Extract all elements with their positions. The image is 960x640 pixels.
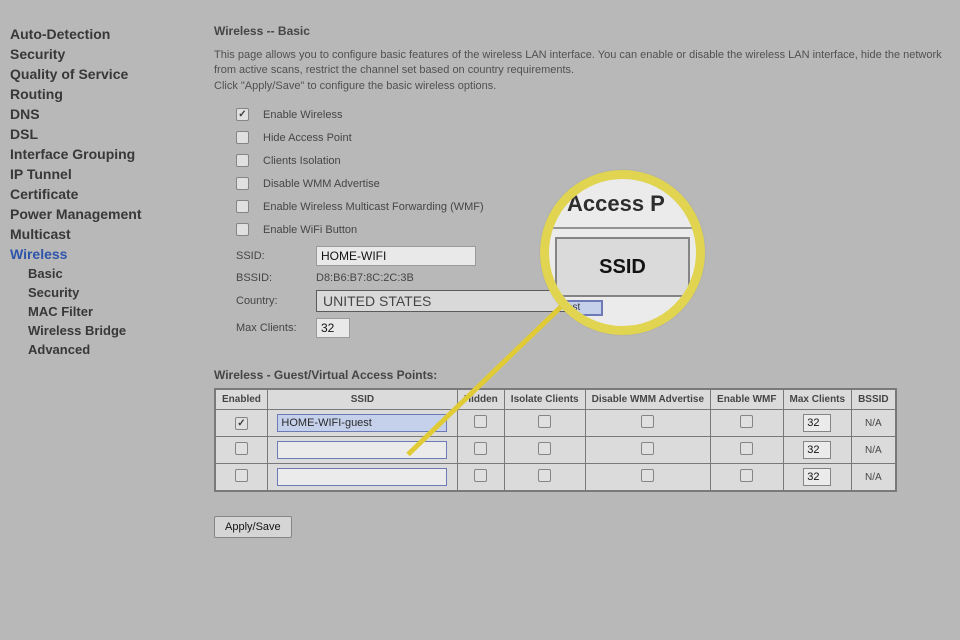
max-clients-input[interactable]	[316, 318, 350, 338]
sidebar-item-routing[interactable]: Routing	[10, 84, 185, 104]
guest-enabled-checkbox[interactable]	[235, 442, 248, 455]
guest-hidden-checkbox[interactable]	[474, 442, 487, 455]
guest-dwmm-checkbox[interactable]	[641, 469, 654, 482]
guest-bssid-value: N/A	[852, 410, 896, 437]
magnified-access-point-text: Access P	[567, 191, 665, 217]
sidebar-item-quality-of-service[interactable]: Quality of Service	[10, 64, 185, 84]
sidebar-item-ip-tunnel[interactable]: IP Tunnel	[10, 164, 185, 184]
guest-col-isolate-clients: Isolate Clients	[504, 389, 585, 410]
sidebar-item-mac-filter[interactable]: MAC Filter	[10, 302, 185, 321]
guest-hidden-checkbox[interactable]	[474, 415, 487, 428]
sidebar-item-basic[interactable]: Basic	[10, 264, 185, 283]
guest-bssid-value: N/A	[852, 437, 896, 464]
bssid-label: BSSID:	[236, 272, 316, 284]
ssid-input[interactable]	[316, 246, 476, 266]
hide-ap-checkbox[interactable]	[236, 131, 249, 144]
sidebar-item-wireless[interactable]: Wireless	[10, 244, 185, 264]
max-clients-label: Max Clients:	[236, 322, 316, 334]
guest-ewmf-checkbox[interactable]	[740, 469, 753, 482]
disable-wmm-checkbox[interactable]	[236, 177, 249, 190]
guest-max-input[interactable]	[803, 468, 831, 486]
guest-heading: Wireless - Guest/Virtual Access Points:	[214, 368, 956, 382]
table-row: N/A	[215, 410, 896, 437]
guest-max-input[interactable]	[803, 414, 831, 432]
guest-ewmf-checkbox[interactable]	[740, 442, 753, 455]
guest-ssid-input[interactable]	[277, 468, 447, 486]
enable-wifi-btn-label: Enable WiFi Button	[263, 224, 357, 236]
clients-isolation-checkbox[interactable]	[236, 154, 249, 167]
guest-hidden-checkbox[interactable]	[474, 469, 487, 482]
sidebar-item-wireless-bridge[interactable]: Wireless Bridge	[10, 321, 185, 340]
guest-col-ssid: SSID	[267, 389, 457, 410]
guest-dwmm-checkbox[interactable]	[641, 415, 654, 428]
sidebar-item-power-management[interactable]: Power Management	[10, 204, 185, 224]
page-title: Wireless -- Basic	[214, 24, 956, 38]
guest-max-input[interactable]	[803, 441, 831, 459]
guest-enabled-checkbox[interactable]	[235, 417, 248, 430]
guest-isolate-checkbox[interactable]	[538, 415, 551, 428]
guest-col-enable-wmf: Enable WMF	[711, 389, 783, 410]
magnified-ssid-header: SSID	[555, 237, 690, 297]
sidebar-item-interface-grouping[interactable]: Interface Grouping	[10, 144, 185, 164]
guest-dwmm-checkbox[interactable]	[641, 442, 654, 455]
hide-ap-label: Hide Access Point	[263, 132, 352, 144]
disable-wmm-label: Disable WMM Advertise	[263, 178, 380, 190]
guest-isolate-checkbox[interactable]	[538, 442, 551, 455]
guest-ewmf-checkbox[interactable]	[740, 415, 753, 428]
guest-isolate-checkbox[interactable]	[538, 469, 551, 482]
clients-isolation-label: Clients Isolation	[263, 155, 341, 167]
sidebar-item-auto-detection[interactable]: Auto-Detection	[10, 24, 185, 44]
enable-wmf-checkbox[interactable]	[236, 200, 249, 213]
sidebar-item-security[interactable]: Security	[10, 44, 185, 64]
guest-table: EnabledSSIDHiddenIsolate ClientsDisable …	[214, 388, 897, 492]
enable-wireless-label: Enable Wireless	[263, 109, 342, 121]
apply-save-button[interactable]: Apply/Save	[214, 516, 292, 538]
guest-ssid-input[interactable]	[277, 414, 447, 432]
sidebar-item-certificate[interactable]: Certificate	[10, 184, 185, 204]
magnifier-circle: Access P SSID est	[540, 170, 705, 335]
sidebar-nav: Auto-DetectionSecurityQuality of Service…	[10, 24, 185, 359]
magnified-ssid-fragment: est	[563, 300, 603, 316]
sidebar-item-security[interactable]: Security	[10, 283, 185, 302]
sidebar-item-advanced[interactable]: Advanced	[10, 340, 185, 359]
bssid-value: D8:B6:B7:8C:2C:3B	[316, 272, 414, 284]
guest-enabled-checkbox[interactable]	[235, 469, 248, 482]
guest-col-bssid: BSSID	[852, 389, 896, 410]
sidebar-item-multicast[interactable]: Multicast	[10, 224, 185, 244]
guest-bssid-value: N/A	[852, 464, 896, 492]
guest-col-enabled: Enabled	[215, 389, 267, 410]
guest-col-disable-wmm-advertise: Disable WMM Advertise	[585, 389, 710, 410]
ssid-label: SSID:	[236, 250, 316, 262]
table-row: N/A	[215, 464, 896, 492]
guest-col-max-clients: Max Clients	[783, 389, 852, 410]
sidebar-item-dsl[interactable]: DSL	[10, 124, 185, 144]
enable-wifi-btn-checkbox[interactable]	[236, 223, 249, 236]
enable-wireless-checkbox[interactable]	[236, 108, 249, 121]
enable-wmf-label: Enable Wireless Multicast Forwarding (WM…	[263, 201, 484, 213]
page-description: This page allows you to configure basic …	[214, 48, 956, 94]
country-label: Country:	[236, 295, 316, 307]
table-row: N/A	[215, 437, 896, 464]
sidebar-item-dns[interactable]: DNS	[10, 104, 185, 124]
